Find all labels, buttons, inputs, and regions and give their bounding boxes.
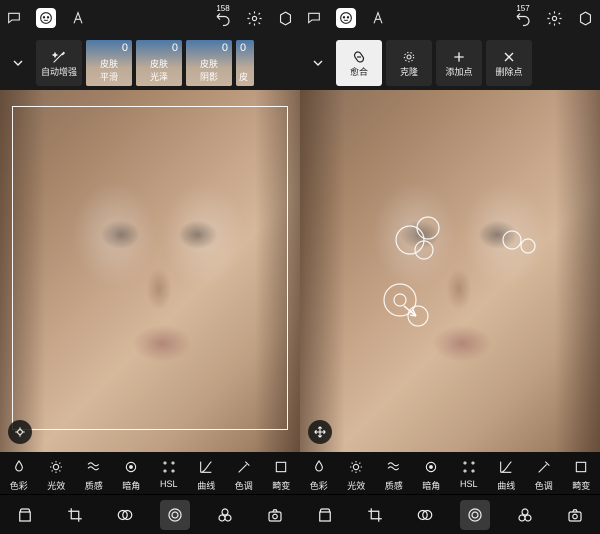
tool-label: 色调 [235, 479, 253, 492]
nav-camera[interactable] [260, 500, 290, 530]
tool-label: 曲线 [197, 479, 215, 492]
skin-smooth-value: 0 [122, 42, 128, 54]
bottom-nav [0, 494, 300, 534]
tool-label: 暗角 [422, 479, 440, 492]
tool-color[interactable]: 色彩 [0, 458, 38, 492]
tool-hsl[interactable]: HSL [450, 458, 488, 492]
photo-canvas[interactable] [0, 90, 300, 452]
gear-icon[interactable] [546, 10, 563, 27]
skin-shadow-label: 皮肤 阴影 [200, 57, 218, 83]
tool-label: 光效 [47, 479, 65, 492]
tool-label: 质感 [85, 479, 103, 492]
skin-extra-label: 皮 [239, 70, 248, 83]
skin-extra-card[interactable]: 0 皮 [236, 40, 254, 86]
tool-texture[interactable]: 质感 [75, 458, 113, 492]
nav-crop[interactable] [60, 500, 90, 530]
tool-label: 质感 [385, 479, 403, 492]
clone-label: 克隆 [400, 68, 418, 77]
add-point-button[interactable]: 添加点 [436, 40, 482, 86]
tool-vignette[interactable]: 暗角 [413, 458, 451, 492]
nav-filters[interactable] [210, 500, 240, 530]
options-row: 自动增强 0 皮肤 平滑 0 皮肤 光泽 0 皮肤 阴影 0 皮 [0, 36, 300, 90]
options-row: 愈合 克隆 添加点 删除点 [300, 36, 600, 90]
panel-left: 158 自动增强 0 皮肤 平滑 0 皮肤 光泽 [0, 0, 300, 534]
nav-camera[interactable] [560, 500, 590, 530]
tool-label: 色彩 [10, 479, 28, 492]
tool-tone[interactable]: 色调 [225, 458, 263, 492]
text-icon[interactable] [370, 10, 386, 26]
nav-overlap[interactable] [410, 500, 440, 530]
undo-count-badge: 158 [216, 4, 229, 13]
tool-vignette[interactable]: 暗角 [113, 458, 151, 492]
remove-point-button[interactable]: 删除点 [486, 40, 532, 86]
topbar: 157 [300, 0, 600, 36]
crop-frame[interactable] [12, 106, 288, 430]
clone-button[interactable]: 克隆 [386, 40, 432, 86]
nav-crop[interactable] [360, 500, 390, 530]
bottom-nav [300, 494, 600, 534]
skin-shadow-card[interactable]: 0 皮肤 阴影 [186, 40, 232, 86]
tool-distort[interactable]: 畸变 [563, 458, 600, 492]
auto-enhance-label: 自动增强 [41, 68, 77, 77]
skin-smooth-label: 皮肤 平滑 [100, 57, 118, 83]
skin-gloss-value: 0 [172, 42, 178, 54]
remove-point-label: 删除点 [495, 68, 522, 77]
tool-label: 暗角 [122, 479, 140, 492]
tool-light[interactable]: 光效 [38, 458, 76, 492]
panel-right: 157 愈合 克隆 添加点 删除点 [300, 0, 600, 534]
nav-export[interactable] [310, 500, 340, 530]
tool-strip: 色彩 光效 质感 暗角 HSL 曲线 色调 畸变 [300, 452, 600, 494]
gear-icon[interactable] [246, 10, 263, 27]
move-button[interactable] [308, 420, 332, 444]
tool-hsl[interactable]: HSL [150, 458, 188, 492]
face-icon[interactable] [36, 8, 56, 28]
tool-label: 光效 [347, 479, 365, 492]
text-icon[interactable] [70, 10, 86, 26]
undo-count-badge: 157 [516, 4, 529, 13]
nav-spiral[interactable] [460, 500, 490, 530]
tool-distort[interactable]: 畸变 [263, 458, 301, 492]
tool-label: 畸变 [572, 479, 590, 492]
nav-spiral[interactable] [160, 500, 190, 530]
tool-texture[interactable]: 质感 [375, 458, 413, 492]
tool-curves[interactable]: 曲线 [188, 458, 226, 492]
tool-label: 色调 [535, 479, 553, 492]
tool-label: HSL [160, 479, 178, 489]
tool-label: 畸变 [272, 479, 290, 492]
target-button[interactable] [8, 420, 32, 444]
tool-strip: 色彩 光效 质感 暗角 HSL 曲线 色调 畸变 [0, 452, 300, 494]
skin-gloss-card[interactable]: 0 皮肤 光泽 [136, 40, 182, 86]
tool-label: HSL [460, 479, 478, 489]
hex-icon[interactable] [577, 10, 594, 27]
heal-label: 愈合 [350, 68, 368, 77]
skin-gloss-label: 皮肤 光泽 [150, 57, 168, 83]
tool-color[interactable]: 色彩 [300, 458, 338, 492]
chat-icon[interactable] [6, 10, 22, 26]
auto-enhance-button[interactable]: 自动增强 [36, 40, 82, 86]
nav-overlap[interactable] [110, 500, 140, 530]
heal-button[interactable]: 愈合 [336, 40, 382, 86]
nav-export[interactable] [10, 500, 40, 530]
dropdown-chevron[interactable] [304, 55, 332, 71]
tool-label: 曲线 [497, 479, 515, 492]
tool-curves[interactable]: 曲线 [488, 458, 526, 492]
skin-smooth-card[interactable]: 0 皮肤 平滑 [86, 40, 132, 86]
hex-icon[interactable] [277, 10, 294, 27]
add-point-label: 添加点 [445, 68, 472, 77]
tool-tone[interactable]: 色调 [525, 458, 563, 492]
tool-label: 色彩 [310, 479, 328, 492]
dropdown-chevron[interactable] [4, 55, 32, 71]
skin-extra-value: 0 [240, 42, 246, 54]
face-icon[interactable] [336, 8, 356, 28]
heal-markers [300, 90, 600, 420]
tool-light[interactable]: 光效 [338, 458, 376, 492]
skin-shadow-value: 0 [222, 42, 228, 54]
topbar: 158 [0, 0, 300, 36]
chat-icon[interactable] [306, 10, 322, 26]
photo-canvas[interactable] [300, 90, 600, 452]
nav-filters[interactable] [510, 500, 540, 530]
